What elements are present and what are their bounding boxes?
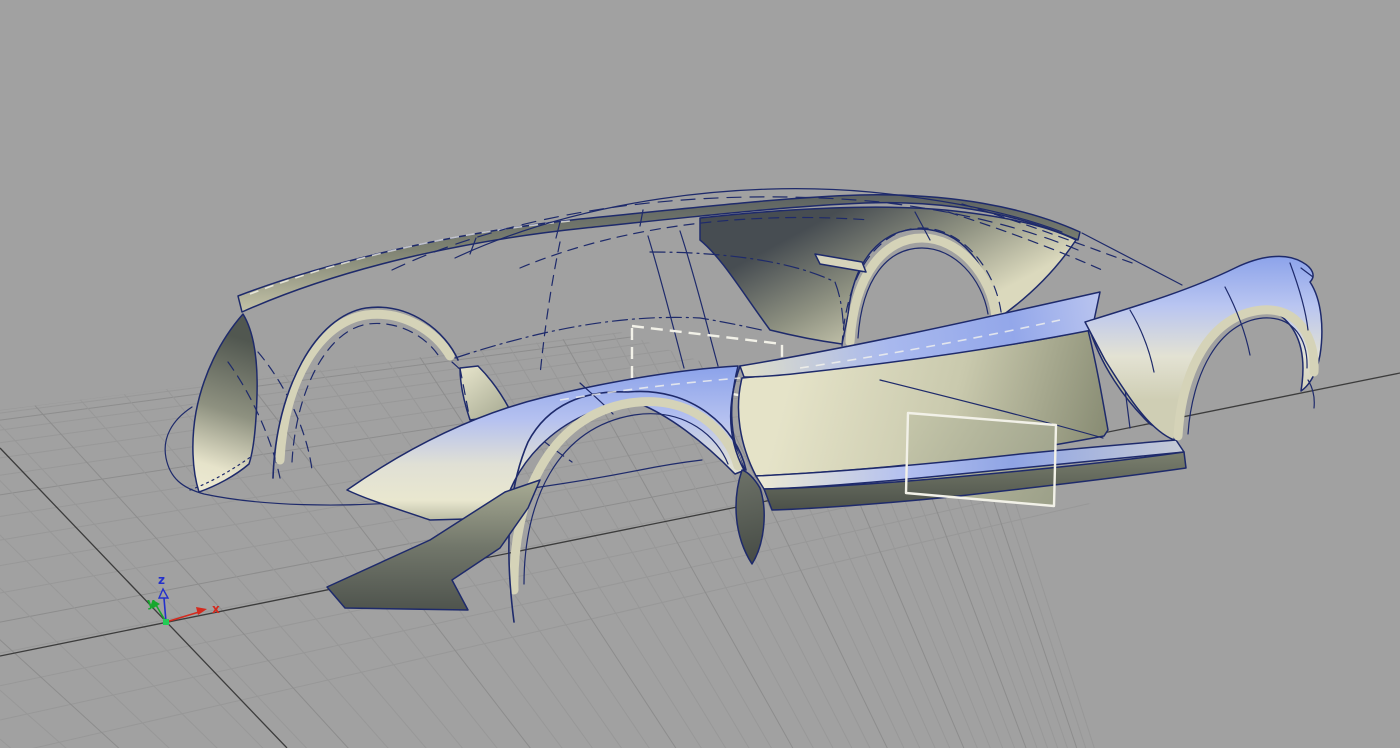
cad-viewport[interactable]: x y z	[0, 0, 1400, 748]
scene-canvas[interactable]: x y z	[0, 0, 1400, 748]
far-beltline-dashdot-1[interactable]	[455, 317, 766, 358]
axis-gizmo: x y z	[147, 573, 220, 625]
grid-line	[0, 461, 1400, 748]
origin-point	[163, 619, 169, 625]
z-axis-label: z	[158, 573, 165, 587]
x-axis-label: x	[212, 602, 220, 616]
far-rear-edge-line[interactable]	[1082, 233, 1182, 285]
far-front-fender-strip-surface[interactable]	[193, 314, 257, 492]
y-axis-label: y	[147, 596, 155, 610]
far-front-arch-band[interactable]	[280, 314, 450, 460]
far-a-pillar-curve-1[interactable]	[648, 236, 684, 368]
near-sill-front-cowl[interactable]	[736, 470, 764, 564]
